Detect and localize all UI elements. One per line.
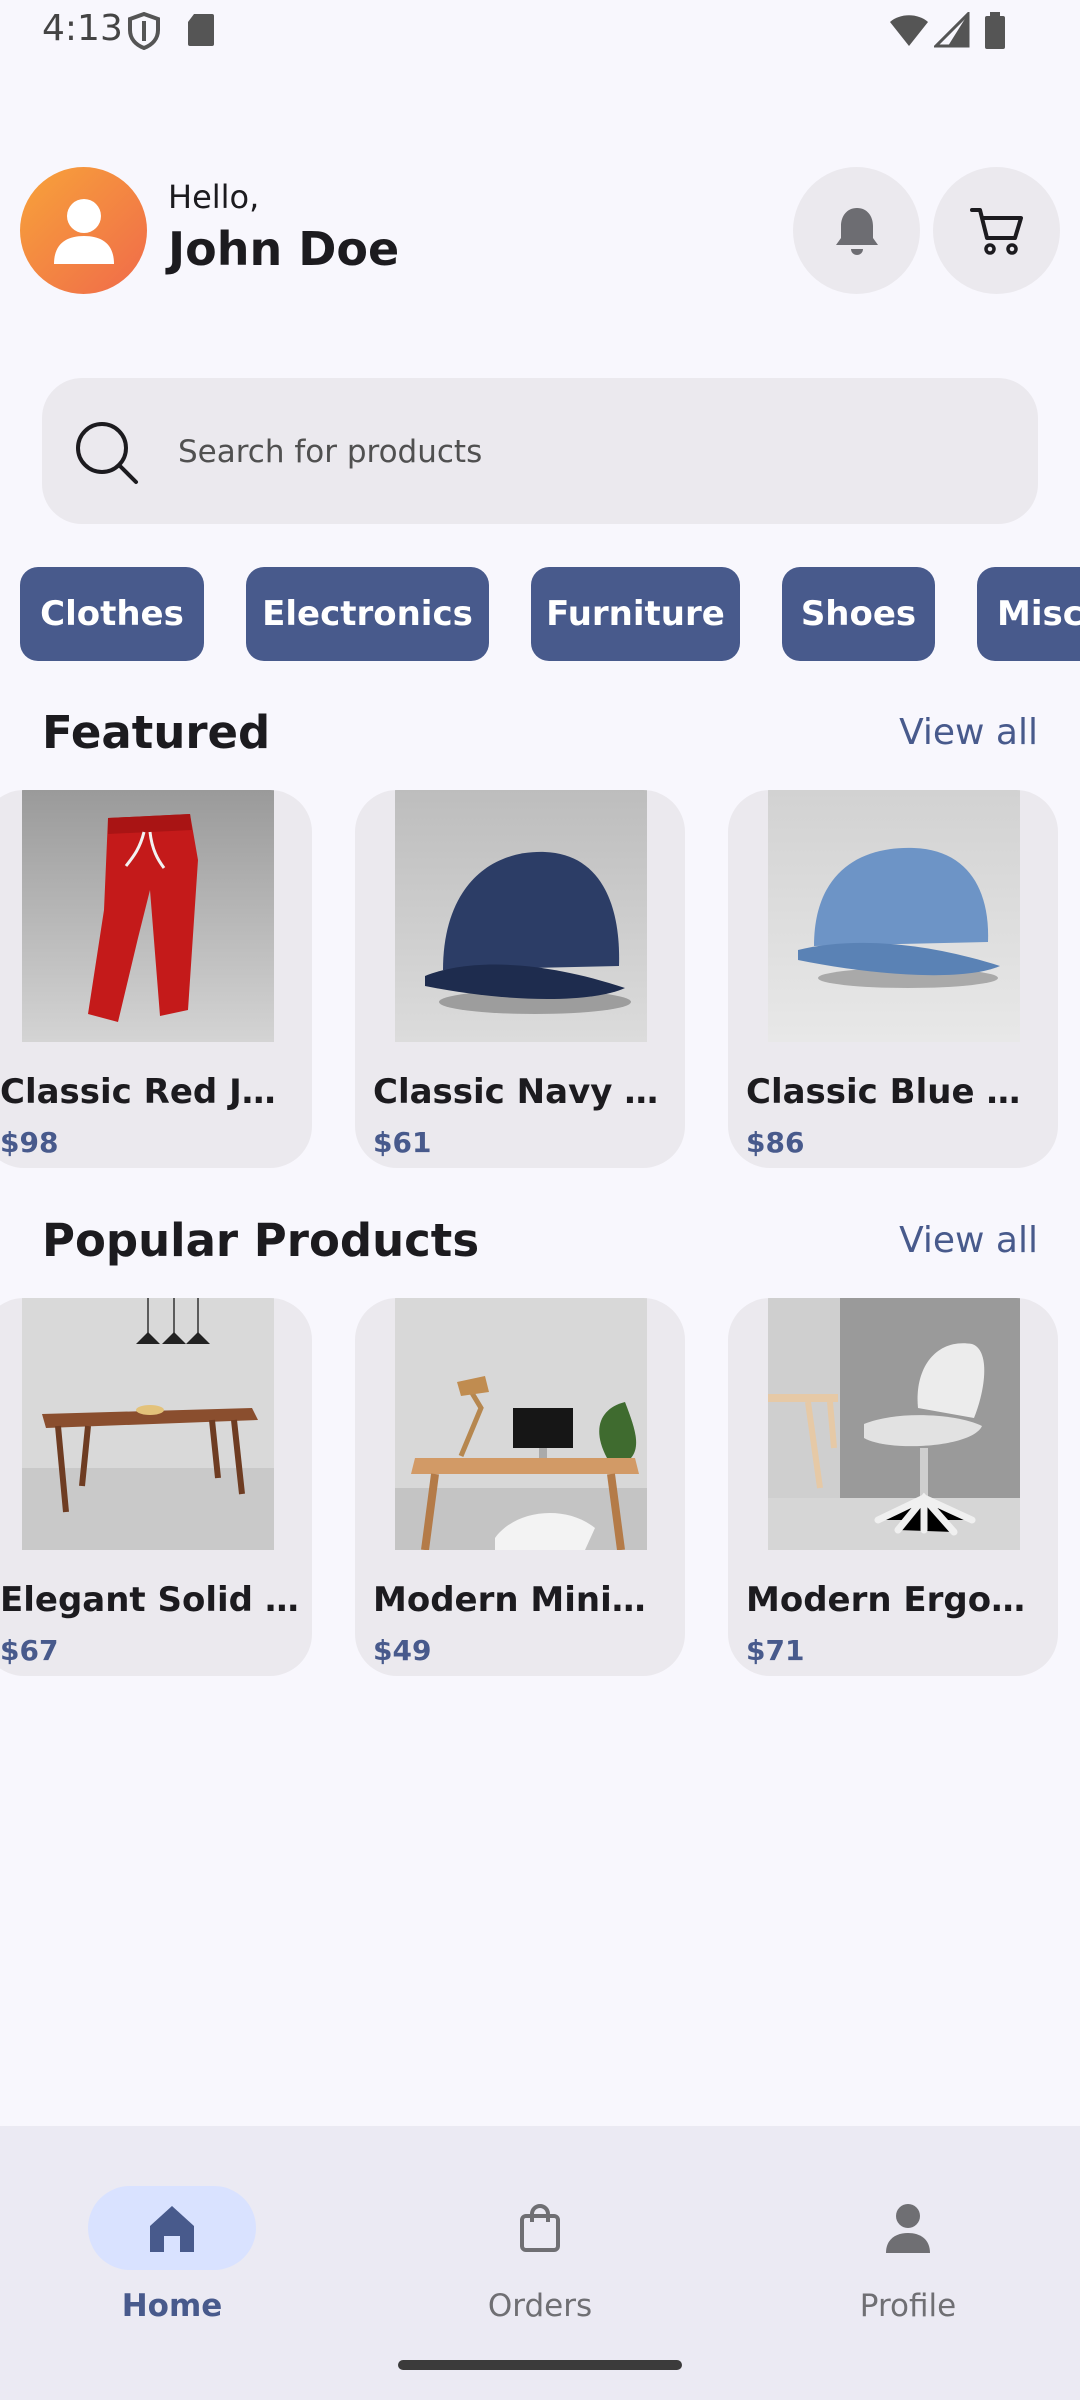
product-name: Elegant Solid … [0,1580,299,1620]
product-price: $61 [373,1126,432,1159]
popular-products-title: Popular Products [42,1214,480,1267]
product-image-navy-cap [395,790,647,1042]
wifi-icon [890,15,928,46]
nav-label-profile: Profile [859,2288,957,2324]
product-image-red-joggers [22,790,274,1042]
product-image-ergonomic-chair [768,1298,1020,1550]
nav-item-profile[interactable]: Profile [788,2156,1028,2324]
battery-icon [985,12,1005,49]
search-bar[interactable] [42,378,1038,524]
cart-icon [969,207,1023,255]
nav-item-home[interactable]: Home [52,2156,292,2324]
product-price: $67 [0,1634,59,1667]
bottom-navigation: Home Orders Profile [0,2126,1080,2400]
gesture-home-indicator[interactable] [398,2360,682,2370]
person-icon [886,2204,930,2253]
product-name: Modern Minim… [373,1580,673,1620]
featured-view-all-link[interactable]: View all [899,712,1038,753]
product-price: $49 [373,1634,432,1667]
search-icon [76,422,138,484]
status-bar: 4:13 [0,0,1080,64]
person-icon [53,198,114,264]
product-card[interactable]: Elegant Solid … $67 [0,1298,312,1676]
cell-signal-icon [934,12,970,48]
product-name: Classic Navy … [373,1072,659,1112]
nav-pill [824,2186,992,2270]
popular-view-all-link[interactable]: View all [899,1220,1038,1261]
product-card[interactable]: Classic Blue B… $86 [728,790,1058,1168]
product-image-wooden-table [22,1298,274,1550]
search-input[interactable] [178,422,998,482]
status-time: 4:13 [42,8,123,49]
product-card[interactable]: Classic Red J… $98 [0,790,312,1168]
bell-icon [835,207,878,255]
product-image-blue-cap [768,790,1020,1042]
nav-active-indicator [88,2186,256,2270]
nav-label-home: Home [121,2288,223,2324]
product-name: Classic Blue B… [746,1072,1046,1112]
category-chip-shoes[interactable]: Shoes [782,567,935,661]
product-name: Classic Red J… [0,1072,276,1112]
home-icon [150,2206,194,2252]
product-card[interactable]: Modern Ergon… $71 [728,1298,1058,1676]
user-name: John Doe [168,222,400,276]
product-card[interactable]: Modern Minim… $49 [355,1298,685,1676]
nav-pill [456,2186,624,2270]
sd-card-icon [188,14,214,46]
category-chip-misc[interactable]: Misc [977,567,1080,661]
nav-label-orders: Orders [487,2288,593,2324]
avatar[interactable] [20,167,147,294]
product-card[interactable]: Classic Navy … $61 [355,790,685,1168]
shopping-bag-icon [520,2204,560,2252]
product-image-minimal-desk [395,1298,647,1550]
product-price: $98 [0,1126,59,1159]
product-price: $71 [746,1634,805,1667]
nav-item-orders[interactable]: Orders [420,2156,660,2324]
cart-button[interactable] [933,167,1060,294]
product-name: Modern Ergon… [746,1580,1046,1620]
featured-title: Featured [42,706,271,759]
category-chip-furniture[interactable]: Furniture [531,567,740,661]
shield-icon [128,12,160,50]
category-chip-electronics[interactable]: Electronics [246,567,489,661]
home-screen: 4:13 Hello, John Doe Search for products… [0,0,1080,2400]
category-chip-clothes[interactable]: Clothes [20,567,204,661]
greeting-text: Hello, [168,178,260,216]
notifications-button[interactable] [793,167,920,294]
product-price: $86 [746,1126,805,1159]
